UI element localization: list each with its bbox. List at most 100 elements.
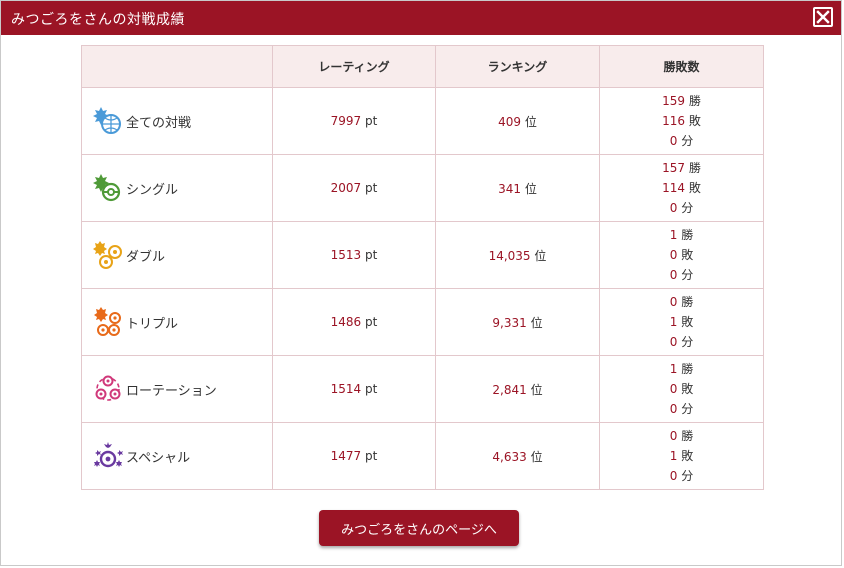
wins-label: 勝 [681,429,694,443]
battle-record-table: レーティング ランキング 勝敗数 全ての対戦 7997 pt 409 位 159… [81,45,764,490]
header-rating: レーティング [272,45,436,88]
ranking-value: 2,841 [492,382,527,397]
losses-value: 0 [669,382,678,396]
table-row: トリプル 1486 pt 9,331 位 0 勝 1 敗 0 分 [81,288,764,356]
player-page-button[interactable]: みつごろをさんのページへ [319,510,519,546]
draws-label: 分 [681,201,694,215]
wins-value: 1 [669,228,678,242]
all-battles-icon [93,107,121,134]
header-name [81,45,273,88]
draws-label: 分 [681,402,694,416]
rating-unit: pt [365,382,378,396]
ranking-cell: 9,331 位 [435,288,600,356]
table-row: ダブル 1513 pt 14,035 位 1 勝 0 敗 0 分 [81,221,764,289]
record-cell: 157 勝 114 敗 0 分 [599,154,764,222]
table-header-row: レーティング ランキング 勝敗数 [81,45,764,88]
rating-value: 2007 [330,181,362,195]
ranking-cell: 4,633 位 [435,422,600,490]
battle-record-dialog: みつごろをさんの対戦成績 レーティング ランキング 勝敗数 全ての対戦 7997… [0,0,842,566]
table-row: 全ての対戦 7997 pt 409 位 159 勝 116 敗 0 分 [81,87,764,155]
ranking-cell: 14,035 位 [435,221,600,289]
losses-value: 114 [662,181,686,195]
wins-value: 157 [662,161,686,175]
ranking-cell: 2,841 位 [435,355,600,423]
battle-type-name: ダブル [126,249,166,265]
record-cell: 1 勝 0 敗 0 分 [599,355,764,423]
ranking-unit: 位 [530,449,543,464]
record-cell: 0 勝 1 敗 0 分 [599,422,764,490]
dialog-title: みつごろをさんの対戦成績 [11,12,185,28]
battle-type-name: 全ての対戦 [126,115,192,131]
ranking-unit: 位 [530,382,543,397]
rating-unit: pt [365,248,378,262]
draws-value: 0 [669,134,678,148]
rating-value: 1477 [330,449,362,463]
battle-type-cell: シングル [81,154,273,222]
table-row: ローテーション 1514 pt 2,841 位 1 勝 0 敗 0 分 [81,355,764,423]
wins-label: 勝 [681,295,694,309]
wins-value: 0 [669,295,678,309]
draws-value: 0 [669,402,678,416]
ranking-value: 4,633 [492,449,527,464]
ranking-unit: 位 [534,248,547,263]
losses-value: 116 [662,114,686,128]
wins-label: 勝 [681,362,694,376]
rating-unit: pt [365,449,378,463]
losses-value: 1 [669,315,678,329]
draws-label: 分 [681,134,694,148]
wins-value: 1 [669,362,678,376]
rating-unit: pt [365,181,378,195]
ranking-unit: 位 [524,114,537,129]
rating-cell: 2007 pt [272,154,436,222]
ranking-value: 409 [498,114,522,129]
double-battle-icon [93,241,122,269]
ranking-value: 341 [498,181,522,196]
record-cell: 159 勝 116 敗 0 分 [599,87,764,155]
ranking-cell: 341 位 [435,154,600,222]
ranking-value: 9,331 [492,315,527,330]
draws-value: 0 [669,469,678,483]
losses-label: 敗 [681,315,694,329]
rating-cell: 7997 pt [272,87,436,155]
table-row: スペシャル 1477 pt 4,633 位 0 勝 1 敗 0 分 [81,422,764,490]
battle-type-name: ローテーション [126,383,217,399]
ranking-unit: 位 [530,315,543,330]
special-battle-icon [94,442,123,468]
triple-battle-icon [94,307,121,336]
draws-label: 分 [681,469,694,483]
battle-type-name: スペシャル [126,450,191,466]
wins-value: 159 [662,94,686,108]
rating-cell: 1477 pt [272,422,436,490]
table-row: シングル 2007 pt 341 位 157 勝 114 敗 0 分 [81,154,764,222]
wins-label: 勝 [688,161,701,175]
losses-label: 敗 [681,248,694,262]
draws-label: 分 [681,335,694,349]
rating-unit: pt [365,315,378,329]
draws-value: 0 [669,201,678,215]
battle-type-cell: トリプル [81,288,273,356]
dialog-titlebar: みつごろをさんの対戦成績 [1,1,841,35]
battle-type-cell: ローテーション [81,355,273,423]
battle-type-cell: 全ての対戦 [81,87,273,155]
battle-type-cell: ダブル [81,221,273,289]
close-button[interactable] [813,7,833,27]
losses-label: 敗 [688,181,701,195]
draws-value: 0 [669,335,678,349]
rating-cell: 1513 pt [272,221,436,289]
wins-value: 0 [669,429,678,443]
losses-label: 敗 [681,449,694,463]
header-ranking: ランキング [435,45,600,88]
ranking-value: 14,035 [488,248,531,263]
battle-type-name: トリプル [126,316,179,332]
ranking-cell: 409 位 [435,87,600,155]
record-cell: 0 勝 1 敗 0 分 [599,288,764,356]
battle-type-cell: スペシャル [81,422,273,490]
ranking-unit: 位 [524,181,537,196]
losses-value: 0 [669,248,678,262]
wins-label: 勝 [681,228,694,242]
losses-value: 1 [669,449,678,463]
losses-label: 敗 [688,114,701,128]
rating-value: 1513 [330,248,362,262]
rating-value: 1514 [330,382,362,396]
single-battle-icon [93,174,121,202]
